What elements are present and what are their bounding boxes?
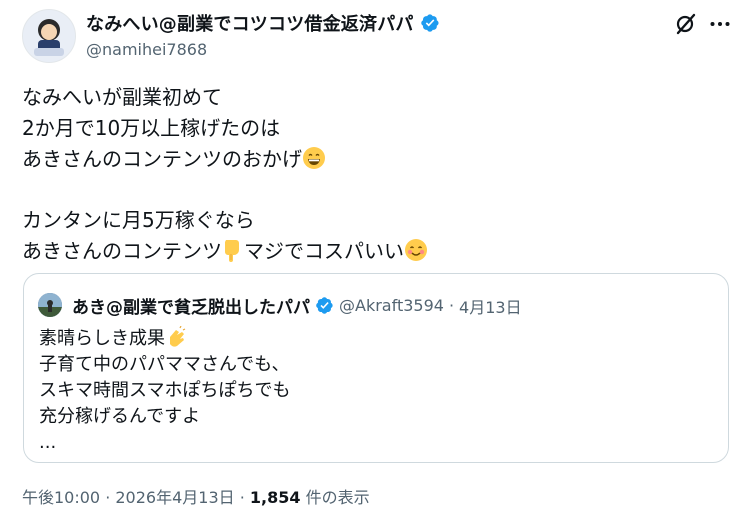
quoted-display-name[interactable]: あき@副業で貧乏脱出したパパ <box>72 293 310 318</box>
avatar-illustration <box>23 10 75 62</box>
quoted-line: 子育て中のパパママさんでも、 <box>39 354 290 375</box>
quoted-line-ellipsis: ... <box>39 432 57 453</box>
more-icon[interactable] <box>709 12 731 36</box>
quoted-author-avatar[interactable] <box>38 293 62 317</box>
verified-badge-icon <box>420 14 439 32</box>
verified-badge-icon <box>316 297 333 314</box>
pointing-down-emoji <box>225 240 239 262</box>
view-count: 1,854 <box>249 488 301 507</box>
author-avatar[interactable] <box>22 9 76 63</box>
tweet-timestamp[interactable]: 午後10:00 · 2026年4月13日 · 1,854 件の表示 <box>22 484 370 508</box>
quoted-text: 素晴らしき成果 子育て中のパパママさんでも、 スキマ時間スマホぽちぽちでも 充分… <box>39 326 290 456</box>
quoted-line: スキマ時間スマホぽちぽちでも <box>39 380 291 401</box>
tweet-text: なみへいが副業初めて 2か月で10万以上稼げたのは あきさんのコンテンツのおかげ… <box>22 82 722 267</box>
author-display-name[interactable]: なみへい@副業でコツコツ借金返済パパ <box>86 10 414 36</box>
tweet-line: マジでコスパいい <box>244 239 404 263</box>
grok-icon[interactable] <box>674 12 698 36</box>
view-label: 件の表示 <box>305 488 370 507</box>
meta-separator: · <box>448 296 455 315</box>
tweet-line: 2か月で10万以上稼げたのは <box>22 116 281 140</box>
tweet-line: カンタンに月5万稼ぐなら <box>22 208 255 232</box>
quoted-date[interactable]: 4月13日 <box>459 294 522 318</box>
quoted-line: 充分稼げるんですよ <box>39 406 201 427</box>
author-handle[interactable]: @namihei7868 <box>86 40 207 59</box>
tweet-line: あきさんのコンテンツのおかげ <box>22 147 302 171</box>
smiling-emoji <box>405 239 427 261</box>
tweet-line-with-emoji: あきさんのコンテンツのおかげ <box>22 144 722 175</box>
tweet-line: あきさんのコンテンツ <box>22 239 222 263</box>
quoted-tweet-card[interactable]: あき@副業で貧乏脱出したパパ @Akraft3594 · 4月13日 素晴らしき… <box>23 273 729 463</box>
grinning-emoji <box>303 147 325 169</box>
quoted-header: あき@副業で貧乏脱出したパパ @Akraft3594 · 4月13日 <box>72 293 522 318</box>
tweet-line-with-emoji: あきさんのコンテンツ マジでコスパいい <box>22 236 722 267</box>
author-name-row[interactable]: なみへい@副業でコツコツ借金返済パパ <box>86 10 440 36</box>
tweet-line: なみへいが副業初めて <box>22 85 222 109</box>
quoted-line-with-emoji: 素晴らしき成果 <box>39 326 290 352</box>
quoted-line: 素晴らしき成果 <box>39 328 165 349</box>
timestamp-text[interactable]: 午後10:00 · 2026年4月13日 · <box>22 488 245 507</box>
clapping-emoji <box>170 326 186 347</box>
quoted-handle[interactable]: @Akraft3594 <box>339 296 444 315</box>
avatar-photo <box>38 293 62 317</box>
